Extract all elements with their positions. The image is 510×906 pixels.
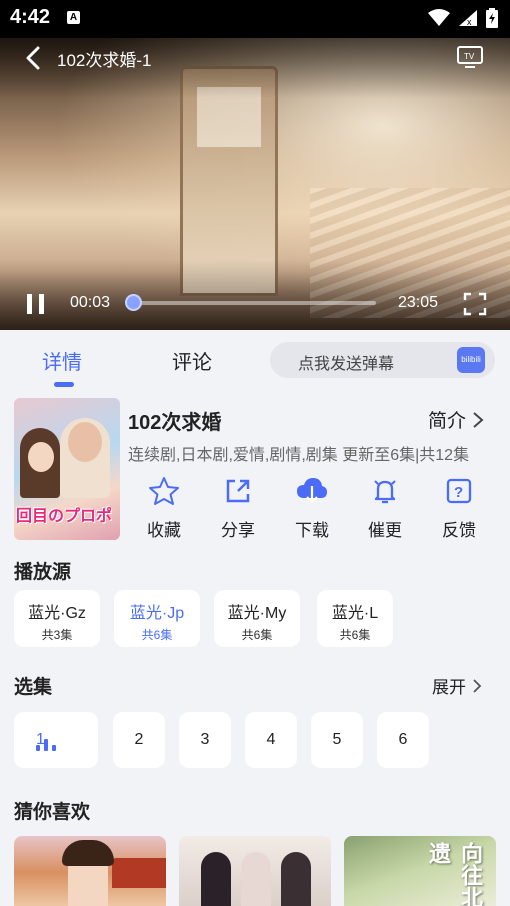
source-count: 共3集: [41, 628, 73, 642]
question-icon: ?: [446, 478, 472, 504]
source-item[interactable]: 蓝光·L 共6集: [317, 590, 393, 647]
episodes-title: 选集: [14, 677, 53, 698]
svg-text:x: x: [467, 17, 472, 27]
episode-button[interactable]: 2: [113, 712, 165, 768]
total-time: 23:05: [398, 294, 439, 311]
playing-indicator-icon: [36, 739, 56, 751]
chevron-right-icon: [473, 411, 484, 428]
expand-label: 展开: [432, 678, 466, 697]
episode-button[interactable]: 5: [311, 712, 363, 768]
recommendation-card[interactable]: [179, 836, 331, 906]
danmu-placeholder: 点我发送弹幕: [298, 356, 395, 373]
source-name: 蓝光·L: [331, 605, 379, 622]
progress-bar[interactable]: [132, 301, 376, 305]
tv-cast-icon[interactable]: TV: [456, 44, 484, 70]
share-button[interactable]: 分享: [208, 476, 268, 541]
episode-number: 6: [398, 731, 408, 748]
favorite-label: 收藏: [147, 521, 181, 540]
download-button[interactable]: 下载: [282, 476, 342, 541]
source-name: 蓝光·My: [227, 605, 287, 622]
chevron-right-icon: [473, 678, 482, 693]
video-player[interactable]: 102次求婚-1 TV 00:03 23:05: [0, 38, 510, 330]
back-icon[interactable]: [20, 44, 48, 72]
share-label: 分享: [221, 521, 255, 540]
svg-text:TV: TV: [464, 52, 475, 61]
episode-button[interactable]: 6: [377, 712, 429, 768]
pause-icon[interactable]: [24, 292, 48, 316]
feedback-button[interactable]: ? 反馈: [429, 476, 489, 541]
sources-title: 播放源: [14, 562, 72, 583]
tab-active-indicator: [54, 382, 74, 387]
share-icon: [226, 479, 250, 503]
tab-details[interactable]: 详情: [42, 346, 82, 375]
video-title: 102次求婚-1: [57, 51, 152, 70]
status-time: 4:42: [10, 6, 51, 28]
source-count: 共6集: [339, 628, 371, 642]
current-time: 00:03: [70, 294, 111, 311]
show-meta: 连续剧,日本剧,爱情,剧情,剧集 更新至6集|共12集: [128, 447, 470, 464]
fullscreen-icon[interactable]: [463, 292, 487, 316]
show-poster[interactable]: 回目のプロポ: [14, 398, 120, 540]
episode-button[interactable]: 4: [245, 712, 297, 768]
wifi-icon: [428, 9, 450, 26]
episode-button[interactable]: 3: [179, 712, 231, 768]
episode-number: 4: [266, 731, 276, 748]
tab-comments[interactable]: 评论: [172, 346, 212, 375]
intro-label: 简介: [428, 411, 467, 432]
recommendation-card[interactable]: 向往北遗: [344, 836, 496, 906]
source-count: 共6集: [241, 628, 273, 642]
show-title: 102次求婚: [128, 412, 222, 434]
progress-knob[interactable]: [125, 294, 142, 311]
recommend-title: 猜你喜欢: [14, 802, 91, 823]
status-icons: x: [428, 8, 498, 28]
poster-title-text: 回目のプロポ: [16, 508, 113, 525]
star-icon: [149, 477, 179, 505]
app-screen: { "status_bar": { "time": "4:42", "notif…: [0, 0, 510, 906]
recommendation-poster-text: 向往北遗: [426, 842, 483, 906]
cloud-download-icon: [297, 478, 327, 504]
episode-button-current[interactable]: 1: [14, 712, 98, 768]
source-item[interactable]: 蓝光·Gz 共3集: [14, 590, 100, 647]
danmu-input[interactable]: 点我发送弹幕 bilibili: [270, 342, 495, 378]
recommendation-card[interactable]: [14, 836, 166, 906]
notification-icon: A: [67, 11, 80, 24]
feedback-label: 反馈: [442, 521, 476, 540]
source-count: 共6集: [141, 628, 173, 642]
status-bar: 4:42 A x: [0, 0, 510, 38]
bilibili-icon[interactable]: bilibili: [457, 347, 485, 373]
source-item[interactable]: 蓝光·My 共6集: [214, 590, 300, 647]
source-name: 蓝光·Gz: [28, 605, 86, 622]
favorite-button[interactable]: 收藏: [134, 476, 194, 541]
expand-button[interactable]: 展开: [432, 673, 482, 698]
urge-update-label: 催更: [368, 521, 402, 540]
intro-button[interactable]: 简介: [428, 406, 484, 433]
svg-text:?: ?: [454, 484, 463, 501]
episode-number: 2: [134, 731, 144, 748]
download-label: 下载: [295, 521, 329, 540]
action-bar: 收藏 分享 下载 催更 ? 反馈: [128, 476, 498, 540]
episode-number: 3: [200, 731, 210, 748]
bell-icon: [374, 480, 396, 504]
signal-icon: x: [459, 10, 477, 27]
source-name: 蓝光·Jp: [129, 605, 185, 622]
episode-number: 5: [332, 731, 342, 748]
tab-bar: 详情 评论 点我发送弹幕 bilibili: [0, 330, 510, 388]
battery-icon: [486, 8, 498, 28]
source-item-active[interactable]: 蓝光·Jp 共6集: [114, 590, 200, 647]
urge-update-button[interactable]: 催更: [355, 476, 415, 541]
